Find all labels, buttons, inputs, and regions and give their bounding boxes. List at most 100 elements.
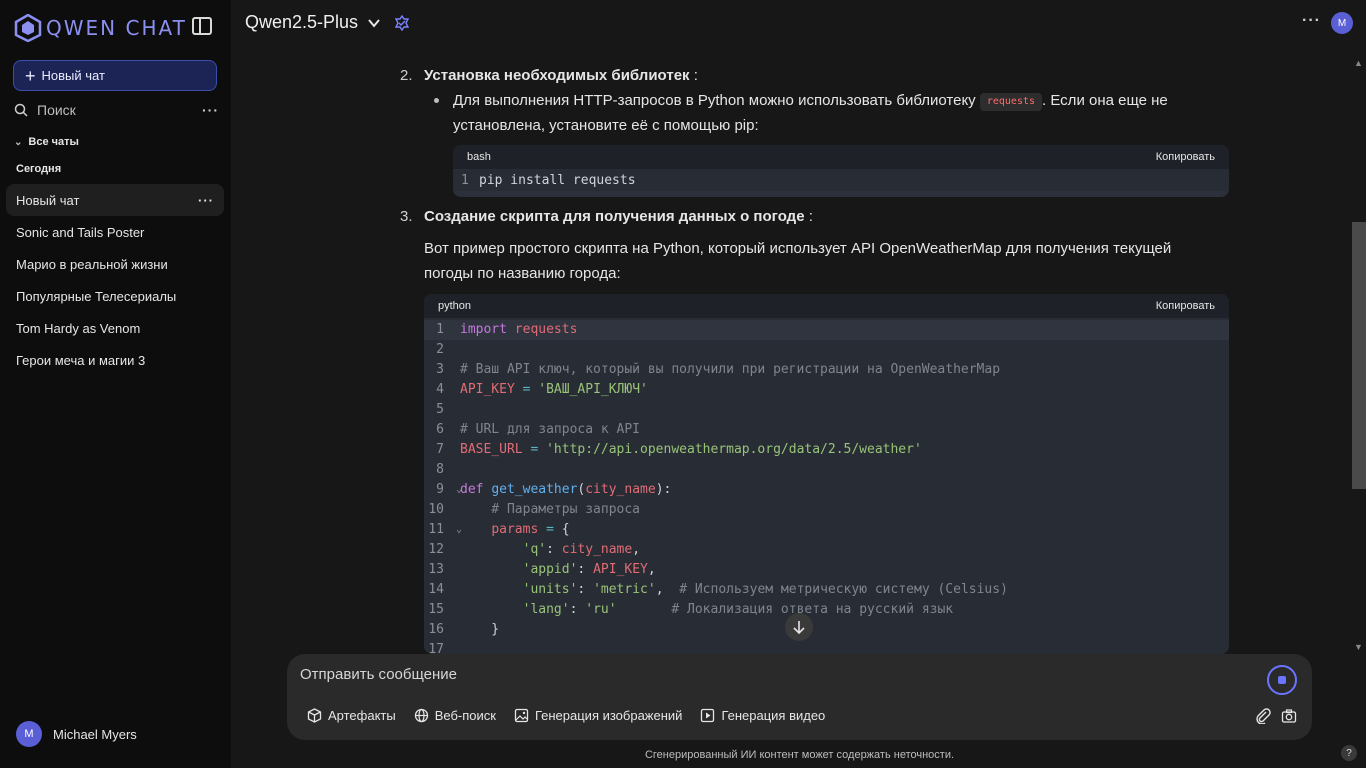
sidebar-toggle-icon[interactable] bbox=[192, 17, 212, 35]
tool-image-generation[interactable]: Генерация изображений bbox=[514, 708, 682, 723]
chat-item[interactable]: Sonic and Tails Poster bbox=[6, 216, 224, 248]
image-icon bbox=[514, 708, 529, 723]
code-line: 3 # Ваш API ключ, который вы получили при… bbox=[424, 360, 1229, 380]
copy-button[interactable]: Копировать bbox=[1156, 294, 1215, 319]
line-number: 10 bbox=[428, 502, 444, 517]
user-profile[interactable]: M Michael Myers bbox=[16, 721, 137, 747]
code-text: pip install requests bbox=[479, 173, 636, 188]
tool-artifacts[interactable]: Артефакты bbox=[307, 708, 396, 723]
tool-label: Артефакты bbox=[328, 708, 396, 723]
scroll-to-bottom-button[interactable] bbox=[785, 613, 813, 641]
disclaimer: Сгенерированный ИИ контент может содержа… bbox=[644, 749, 955, 761]
fold-chevron-icon[interactable]: ⌄ bbox=[456, 480, 462, 500]
step-number: 3. bbox=[400, 208, 413, 225]
code-line: 1 import requests bbox=[424, 320, 1229, 340]
sidebar: QWEN CHAT + Новый чат Поиск ··· ⌄ Все ча… bbox=[0, 0, 231, 768]
code-line: 4 API_KEY = 'ВАШ_API_КЛЮЧ' bbox=[424, 380, 1229, 400]
chat-item[interactable]: Герои меча и магии 3 bbox=[6, 344, 224, 376]
logo[interactable]: QWEN CHAT bbox=[14, 14, 187, 42]
code-line: 15 'lang': 'ru' # Локализация ответа на … bbox=[424, 600, 1229, 620]
line-number: 3 bbox=[436, 362, 444, 377]
tool-web-search[interactable]: Веб-поиск bbox=[414, 708, 496, 723]
search-row[interactable]: Поиск ··· bbox=[14, 100, 219, 120]
composer-tools: Артефакты Веб-поиск Генерация изображени… bbox=[307, 708, 843, 723]
video-icon bbox=[701, 708, 715, 723]
paperclip-icon[interactable] bbox=[1255, 708, 1271, 724]
code-line: 7 BASE_URL = 'http://api.openweathermap.o… bbox=[424, 440, 1229, 460]
chat-item-title: Марио в реальной жизни bbox=[16, 256, 168, 272]
more-options-icon[interactable]: ··· bbox=[1302, 12, 1321, 30]
message-composer: Отправить сообщение Артефакты Веб-поиск … bbox=[287, 654, 1312, 740]
scroll-up-icon[interactable]: ▲ bbox=[1354, 58, 1363, 68]
arrow-down-icon bbox=[793, 621, 805, 634]
line-number: 7 bbox=[436, 442, 444, 457]
chat-item-title: Новый чат bbox=[16, 192, 80, 208]
chat-item-title: Tom Hardy as Venom bbox=[16, 320, 141, 336]
model-selector[interactable]: Qwen2.5-Plus bbox=[245, 12, 410, 33]
step-title-line: Создание скрипта для получения данных о … bbox=[424, 204, 813, 229]
line-number: 13 bbox=[428, 562, 444, 577]
step-title-line: Установка необходимых библиотек : bbox=[424, 63, 698, 88]
avatar[interactable]: M bbox=[1331, 12, 1353, 34]
scroll-down-icon[interactable]: ▼ bbox=[1354, 642, 1363, 652]
stop-button[interactable] bbox=[1267, 665, 1297, 695]
new-chat-button[interactable]: + Новый чат bbox=[13, 60, 217, 91]
code-line: 13 'appid': API_KEY, bbox=[424, 560, 1229, 580]
step-number: 2. bbox=[400, 67, 413, 84]
chat-item[interactable]: Новый чат ··· bbox=[6, 184, 224, 216]
code-line: 1 pip install requests bbox=[453, 171, 1229, 191]
line-number: 9 ⌄ bbox=[424, 480, 462, 500]
bullet-text-before: Для выполнения HTTP-запросов в Python мо… bbox=[453, 92, 980, 109]
scrollbar-thumb[interactable] bbox=[1352, 222, 1366, 489]
step-suffix: : bbox=[804, 208, 813, 225]
message-input[interactable]: Отправить сообщение bbox=[300, 666, 457, 683]
tool-label: Веб-поиск bbox=[434, 708, 496, 723]
code-line: 12 'q': city_name, bbox=[424, 540, 1229, 560]
chat-more-icon[interactable]: ··· bbox=[198, 193, 214, 208]
fold-chevron-icon[interactable]: ⌄ bbox=[456, 520, 462, 540]
search-icon bbox=[14, 103, 28, 117]
code-line: 8 bbox=[424, 460, 1229, 480]
line-number: 8 bbox=[436, 462, 444, 477]
plus-icon: + bbox=[25, 65, 36, 86]
code-line: 2 bbox=[424, 340, 1229, 360]
tool-video-generation[interactable]: Генерация видео bbox=[700, 708, 825, 723]
chat-item[interactable]: Tom Hardy as Venom bbox=[6, 312, 224, 344]
stop-icon bbox=[1278, 676, 1286, 684]
qwen-logo-icon bbox=[14, 14, 42, 42]
line-number: 15 bbox=[428, 602, 444, 617]
new-chat-label: Новый чат bbox=[41, 68, 105, 83]
cube-icon bbox=[307, 708, 322, 723]
camera-icon[interactable] bbox=[1281, 708, 1297, 724]
code-header: bash Копировать bbox=[453, 145, 1229, 169]
line-number: 6 bbox=[436, 422, 444, 437]
code-line: 17 bbox=[424, 640, 1229, 654]
paragraph: Вот пример простого скрипта на Python, к… bbox=[424, 240, 1172, 282]
tool-label: Генерация изображений bbox=[534, 708, 683, 723]
code-header: python Копировать bbox=[424, 294, 1229, 318]
search-more-icon[interactable]: ··· bbox=[202, 102, 219, 118]
copy-button[interactable]: Копировать bbox=[1156, 145, 1215, 170]
tool-label: Генерация видео bbox=[721, 708, 826, 723]
search-input[interactable]: Поиск bbox=[37, 102, 76, 118]
inline-code: requests bbox=[979, 93, 1043, 111]
code-body: 1 import requests 2 3 # Ваш API ключ, кото… bbox=[424, 318, 1229, 654]
chevron-down-icon: ⌄ bbox=[14, 136, 23, 148]
line-number: 2 bbox=[436, 342, 444, 357]
help-button[interactable]: ? bbox=[1341, 745, 1357, 761]
code-line: 6 # URL для запроса к API bbox=[424, 420, 1229, 440]
model-badge-icon[interactable] bbox=[394, 14, 410, 31]
all-chats-toggle[interactable]: ⌄ Все чаты bbox=[14, 136, 79, 148]
line-number: 1 bbox=[436, 322, 444, 337]
chat-list: Новый чат ··· Sonic and Tails Poster Мар… bbox=[6, 184, 224, 376]
chat-item[interactable]: Марио в реальной жизни bbox=[6, 248, 224, 280]
line-number: 17 bbox=[428, 642, 444, 654]
code-body: 1 pip install requests bbox=[453, 169, 1229, 191]
code-language: bash bbox=[467, 150, 491, 163]
step-suffix: : bbox=[689, 67, 698, 84]
line-number: 5 bbox=[436, 402, 444, 417]
all-chats-label: Все чаты bbox=[28, 136, 79, 148]
code-line: 5 bbox=[424, 400, 1229, 420]
user-name: Michael Myers bbox=[53, 726, 137, 742]
chat-item[interactable]: Популярные Телесериалы bbox=[6, 280, 224, 312]
